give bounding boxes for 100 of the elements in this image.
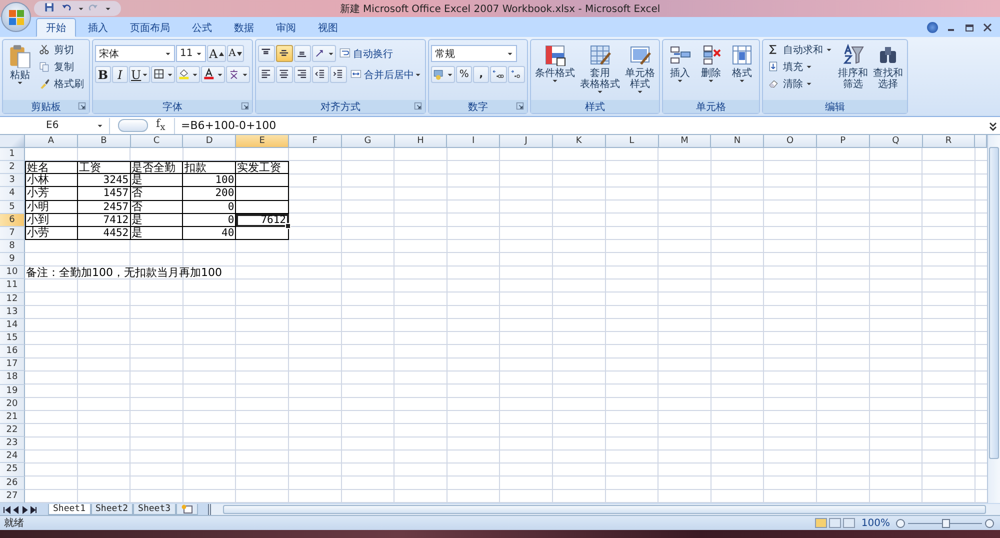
clipboard-button[interactable]: 格式刷 (36, 76, 87, 92)
dialog-launcher-icon[interactable] (516, 102, 524, 110)
formula-input[interactable]: =B6+100-0+100 (174, 118, 986, 134)
sheet-tab[interactable]: Sheet2 (90, 504, 134, 515)
increase-decimal-button[interactable] (490, 66, 508, 83)
increase-indent-button[interactable] (330, 66, 348, 83)
row-header[interactable]: 25 (0, 463, 25, 477)
row-header[interactable]: 9 (0, 253, 25, 266)
column-header[interactable]: N (711, 135, 764, 148)
orientation-button[interactable] (312, 45, 336, 62)
zoom-out-icon[interactable] (896, 518, 905, 528)
fill-color-button[interactable] (176, 66, 200, 83)
horizontal-scrollbar[interactable] (208, 504, 1000, 515)
column-header[interactable]: E (236, 135, 289, 148)
percent-button[interactable]: % (456, 66, 472, 83)
formula-bar-handle-icon[interactable] (118, 119, 148, 132)
column-header[interactable]: H (394, 135, 448, 148)
row-header[interactable]: 17 (0, 358, 25, 372)
editing-button[interactable]: 清除 (765, 76, 836, 92)
cells-button[interactable]: 插入 (665, 42, 696, 85)
column-header[interactable]: G (342, 135, 395, 148)
row-header[interactable]: 10 (0, 266, 25, 280)
font-color-button[interactable] (201, 66, 226, 83)
fill-handle[interactable] (284, 222, 291, 229)
column-header[interactable]: A (25, 135, 78, 148)
office-button[interactable] (1, 2, 31, 32)
editing-button[interactable]: 填充 (765, 59, 836, 75)
column-header[interactable]: C (130, 135, 184, 148)
help-icon[interactable] (927, 22, 938, 33)
editing-button[interactable]: 查找和 选择 (871, 42, 906, 92)
zoom-in-icon[interactable] (985, 518, 994, 528)
comma-button[interactable]: , (473, 66, 490, 83)
decrease-decimal-button[interactable] (508, 66, 526, 83)
row-header[interactable]: 27 (0, 490, 25, 503)
row-header[interactable]: 18 (0, 371, 25, 385)
expand-icon[interactable] (988, 120, 998, 130)
column-header[interactable]: O (764, 135, 817, 148)
name-box[interactable]: E6 (0, 118, 110, 134)
styles-button[interactable]: 套用 表格格式 (578, 42, 622, 96)
sheet-tab[interactable]: Sheet1 (48, 504, 91, 515)
ribbon-tab[interactable]: 视图 (308, 18, 348, 37)
zoom-slider-thumb[interactable] (942, 518, 950, 528)
number-format-dropdown[interactable]: 常规 (431, 45, 518, 62)
row-header[interactable]: 7 (0, 226, 25, 240)
paste-button[interactable]: 粘贴 (5, 42, 35, 87)
ribbon-tab[interactable]: 公式 (182, 18, 222, 37)
phonetic-button[interactable] (226, 66, 250, 83)
column-header[interactable]: K (552, 135, 606, 148)
row-header[interactable]: 23 (0, 437, 25, 450)
row-header[interactable]: 16 (0, 345, 25, 358)
dialog-launcher-icon[interactable] (241, 102, 250, 110)
editing-button[interactable]: 自动求和 (765, 42, 836, 58)
dialog-launcher-icon[interactable] (78, 102, 86, 110)
column-header[interactable]: Q (870, 135, 923, 148)
row-header[interactable]: 11 (0, 279, 25, 293)
vertical-align-button[interactable] (258, 45, 276, 62)
column-header[interactable]: P (816, 135, 870, 148)
row-header[interactable]: 14 (0, 318, 25, 332)
column-header[interactable]: F (288, 135, 342, 148)
dialog-launcher-icon[interactable] (414, 102, 422, 110)
column-header[interactable]: L (606, 135, 659, 148)
row-header[interactable]: 3 (0, 174, 25, 188)
align-left-button[interactable] (258, 66, 276, 83)
decrease-indent-button[interactable] (312, 66, 330, 83)
row-header[interactable]: 12 (0, 292, 25, 306)
ribbon-tab[interactable]: 数据 (224, 18, 264, 37)
underline-button[interactable]: U (129, 66, 150, 83)
insert-sheet-button[interactable] (176, 504, 198, 515)
row-header[interactable]: 26 (0, 476, 25, 490)
cells-button[interactable]: 删除 (696, 42, 726, 85)
close-icon[interactable] (983, 23, 992, 32)
merge-center-button[interactable]: 合并后居中 (348, 66, 424, 83)
vertical-align-button[interactable] (276, 45, 294, 62)
font-name-dropdown[interactable]: 宋体 (95, 45, 175, 62)
row-header[interactable]: 2 (0, 161, 25, 174)
row-header[interactable]: 4 (0, 187, 25, 201)
cells-button[interactable]: 格式 (727, 42, 758, 85)
row-header[interactable]: 15 (0, 332, 25, 346)
column-header[interactable]: J (500, 135, 553, 148)
sheet-tab[interactable]: Sheet3 (133, 504, 176, 515)
insert-function-button[interactable]: f$_{x}$ (156, 117, 174, 134)
shrink-font-button[interactable]: A (226, 45, 244, 62)
column-header[interactable]: B (78, 135, 131, 148)
styles-button[interactable]: 单元格 样式 (623, 42, 658, 96)
clipboard-button[interactable]: 复制 (36, 59, 87, 75)
accounting-format-button[interactable] (431, 66, 456, 83)
editing-button[interactable]: 排序和 筛选 (836, 42, 870, 92)
row-header[interactable]: 22 (0, 424, 25, 438)
column-header[interactable]: R (922, 135, 976, 148)
wrap-text-button[interactable]: 自动换行 (337, 45, 396, 62)
column-header[interactable]: D (183, 135, 236, 148)
ribbon-tab[interactable]: 审阅 (266, 18, 306, 37)
row-header[interactable]: 8 (0, 240, 25, 254)
row-header[interactable]: 19 (0, 384, 25, 398)
font-size-dropdown[interactable]: 11 (176, 45, 206, 62)
row-header[interactable]: 5 (0, 200, 25, 214)
italic-button[interactable]: I (112, 66, 128, 83)
vertical-scrollbar[interactable] (987, 135, 1000, 503)
ribbon-tab[interactable]: 开始 (36, 18, 76, 37)
active-cell[interactable]: 7612 (236, 214, 289, 227)
